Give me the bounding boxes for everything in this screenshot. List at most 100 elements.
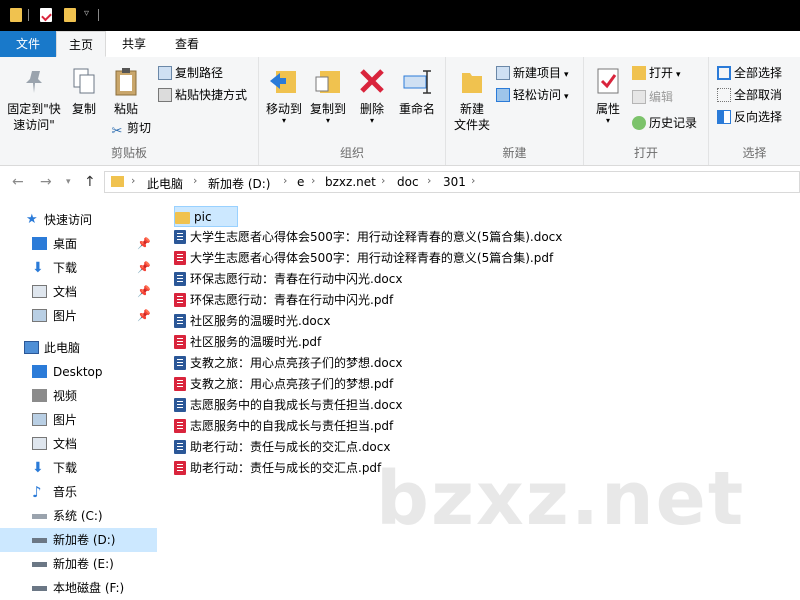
cut-button[interactable]: ✂ 剪切 (110, 118, 151, 139)
rename-button[interactable]: 重命名 (395, 65, 439, 117)
customize-quick-access-icon[interactable]: ▿ (84, 8, 89, 19)
breadcrumb-separator-icon[interactable]: › (311, 174, 315, 187)
paste-shortcut-button[interactable]: 粘贴快捷方式 (158, 85, 247, 105)
new-item-label: 新建项目 (513, 66, 562, 80)
new-folder-button[interactable]: 新建 文件夹 (450, 65, 494, 133)
copy-to-button[interactable]: 复制到 ▾ (307, 65, 349, 125)
edit-button[interactable]: 编辑 (632, 87, 673, 107)
up-arrow-icon[interactable]: ↑ (84, 174, 96, 190)
word-document-icon (174, 398, 186, 412)
list-item[interactable]: pic (174, 206, 238, 227)
word-document-icon (174, 272, 186, 286)
file-name: 志愿服务中的自我成长与责任担当.docx (190, 398, 403, 412)
new-item-icon (496, 66, 510, 80)
pin-icon[interactable]: 📌 (137, 280, 151, 304)
nav-documents-quick[interactable]: 文档 📌 (0, 280, 157, 304)
list-item[interactable]: 社区服务的温暖时光.pdf (174, 332, 321, 353)
pin-icon[interactable]: 📌 (137, 256, 151, 280)
breadcrumb-separator-icon[interactable]: › (131, 174, 135, 187)
list-item[interactable]: 大学生志愿者心得体会500字：用行动诠释青春的意义(5篇合集).docx (174, 227, 562, 248)
file-name: pic (194, 210, 212, 224)
history-button[interactable]: 历史记录 (632, 113, 697, 133)
properties-button[interactable]: 属性 ▾ (588, 65, 628, 125)
invert-selection-button[interactable]: 反向选择 (717, 107, 782, 127)
select-none-button[interactable]: 全部取消 (717, 85, 782, 105)
pin-icon[interactable]: 📌 (137, 304, 151, 328)
list-item[interactable]: 支教之旅：用心点亮孩子们的梦想.pdf (174, 374, 393, 395)
open-button[interactable]: 打开 ▾ (632, 63, 681, 83)
nav-documents[interactable]: 文档 (0, 432, 157, 456)
list-item[interactable]: 支教之旅：用心点亮孩子们的梦想.docx (174, 353, 402, 374)
pdf-icon (174, 461, 186, 475)
ribbon: 固定到"快 速访问" 复制 粘贴 复制路径 粘贴快捷方式 ✂ 剪切 剪贴板 移动… (0, 57, 800, 166)
select-all-button[interactable]: 全部选择 (717, 63, 782, 83)
edit-label: 编辑 (649, 90, 674, 104)
move-to-button[interactable]: 移动到 ▾ (263, 65, 305, 125)
nav-music[interactable]: ♪ 音乐 (0, 480, 157, 504)
back-arrow-icon[interactable]: ← (12, 174, 24, 190)
breadcrumb-301[interactable]: 301 (443, 175, 466, 189)
easy-access-button[interactable]: 轻松访问 ▾ (496, 85, 569, 105)
list-item[interactable]: 助老行动：责任与成长的交汇点.docx (174, 437, 390, 458)
nav-drive-e[interactable]: 新加卷 (E:) (0, 552, 157, 576)
pin-icon[interactable]: 📌 (137, 232, 151, 256)
folder-icon (10, 8, 22, 22)
video-icon (32, 389, 47, 402)
nav-quick-access[interactable]: ★ 快速访问 (0, 208, 157, 232)
nav-downloads[interactable]: ⬇ 下载 (0, 456, 157, 480)
nav-drive-c[interactable]: 系统 (C:) (0, 504, 157, 528)
list-item[interactable]: 环保志愿行动：青春在行动中闪光.pdf (174, 290, 393, 311)
delete-button[interactable]: 删除 ▾ (355, 65, 389, 125)
open-icon (632, 66, 646, 80)
address-input[interactable]: › 此电脑 › 新加卷 (D:) › e › bzxz.net › doc › … (104, 171, 800, 193)
new-item-button[interactable]: 新建项目 ▾ (496, 63, 569, 83)
nav-pictures-quick[interactable]: 图片 📌 (0, 304, 157, 328)
breadcrumb-separator-icon[interactable]: › (283, 174, 287, 187)
list-item[interactable]: 社区服务的温暖时光.docx (174, 311, 330, 332)
paste-icon (110, 65, 142, 97)
pdf-icon (174, 335, 186, 349)
breadcrumb-e[interactable]: e (297, 175, 304, 189)
breadcrumb-separator-icon[interactable]: › (381, 174, 385, 187)
nav-downloads-quick[interactable]: ⬇ 下载 📌 (0, 256, 157, 280)
breadcrumb-separator-icon[interactable]: › (471, 174, 475, 187)
pin-quick-access-button[interactable]: 固定到"快 速访问" (4, 65, 64, 133)
list-item[interactable]: 志愿服务中的自我成长与责任担当.docx (174, 395, 402, 416)
watermark: bzxz.net (376, 456, 746, 542)
breadcrumb-doc[interactable]: doc (397, 175, 419, 189)
delete-label: 删除 (359, 102, 384, 116)
documents-icon (32, 437, 47, 450)
nav-pictures[interactable]: 图片 (0, 408, 157, 432)
nav-label: 本地磁盘 (F:) (53, 581, 125, 595)
forward-arrow-icon[interactable]: → (40, 174, 52, 190)
paste-button[interactable]: 粘贴 (106, 65, 146, 117)
copy-path-button[interactable]: 复制路径 (158, 63, 223, 83)
list-item[interactable]: 志愿服务中的自我成长与责任担当.pdf (174, 416, 393, 437)
list-item[interactable]: 助老行动：责任与成长的交汇点.pdf (174, 458, 381, 479)
nav-desktop[interactable]: Desktop (0, 360, 157, 384)
recent-locations-chevron-icon[interactable]: ▾ (66, 177, 71, 187)
tab-view[interactable]: 查看 (162, 31, 212, 57)
folder-icon (111, 176, 124, 187)
nav-drive-f[interactable]: 本地磁盘 (F:) (0, 576, 157, 600)
new-folder-quick-icon[interactable] (64, 8, 76, 22)
breadcrumb-drive-d[interactable]: 新加卷 (D:) (208, 175, 270, 192)
list-item[interactable]: 大学生志愿者心得体会500字：用行动诠释青春的意义(5篇合集).pdf (174, 248, 553, 269)
breadcrumb-separator-icon[interactable]: › (427, 174, 431, 187)
breadcrumb-separator-icon[interactable]: › (193, 174, 197, 187)
tab-file[interactable]: 文件 (0, 31, 56, 57)
nav-label: 文档 (53, 285, 78, 299)
nav-desktop-quick[interactable]: 桌面 📌 (0, 232, 157, 256)
title-bar: ▿ (0, 0, 800, 31)
tab-share[interactable]: 共享 (110, 31, 158, 57)
nav-this-pc[interactable]: 此电脑 (0, 336, 157, 360)
breadcrumb-this-pc[interactable]: 此电脑 (147, 175, 183, 192)
breadcrumb-bzxz[interactable]: bzxz.net (325, 175, 376, 189)
tab-home[interactable]: 主页 (56, 31, 106, 57)
computer-icon (24, 341, 39, 354)
nav-videos[interactable]: 视频 (0, 384, 157, 408)
properties-quick-icon[interactable] (40, 8, 52, 22)
list-item[interactable]: 环保志愿行动：青春在行动中闪光.docx (174, 269, 402, 290)
nav-drive-d[interactable]: 新加卷 (D:) (0, 528, 157, 552)
copy-button[interactable]: 复制 (64, 65, 104, 117)
